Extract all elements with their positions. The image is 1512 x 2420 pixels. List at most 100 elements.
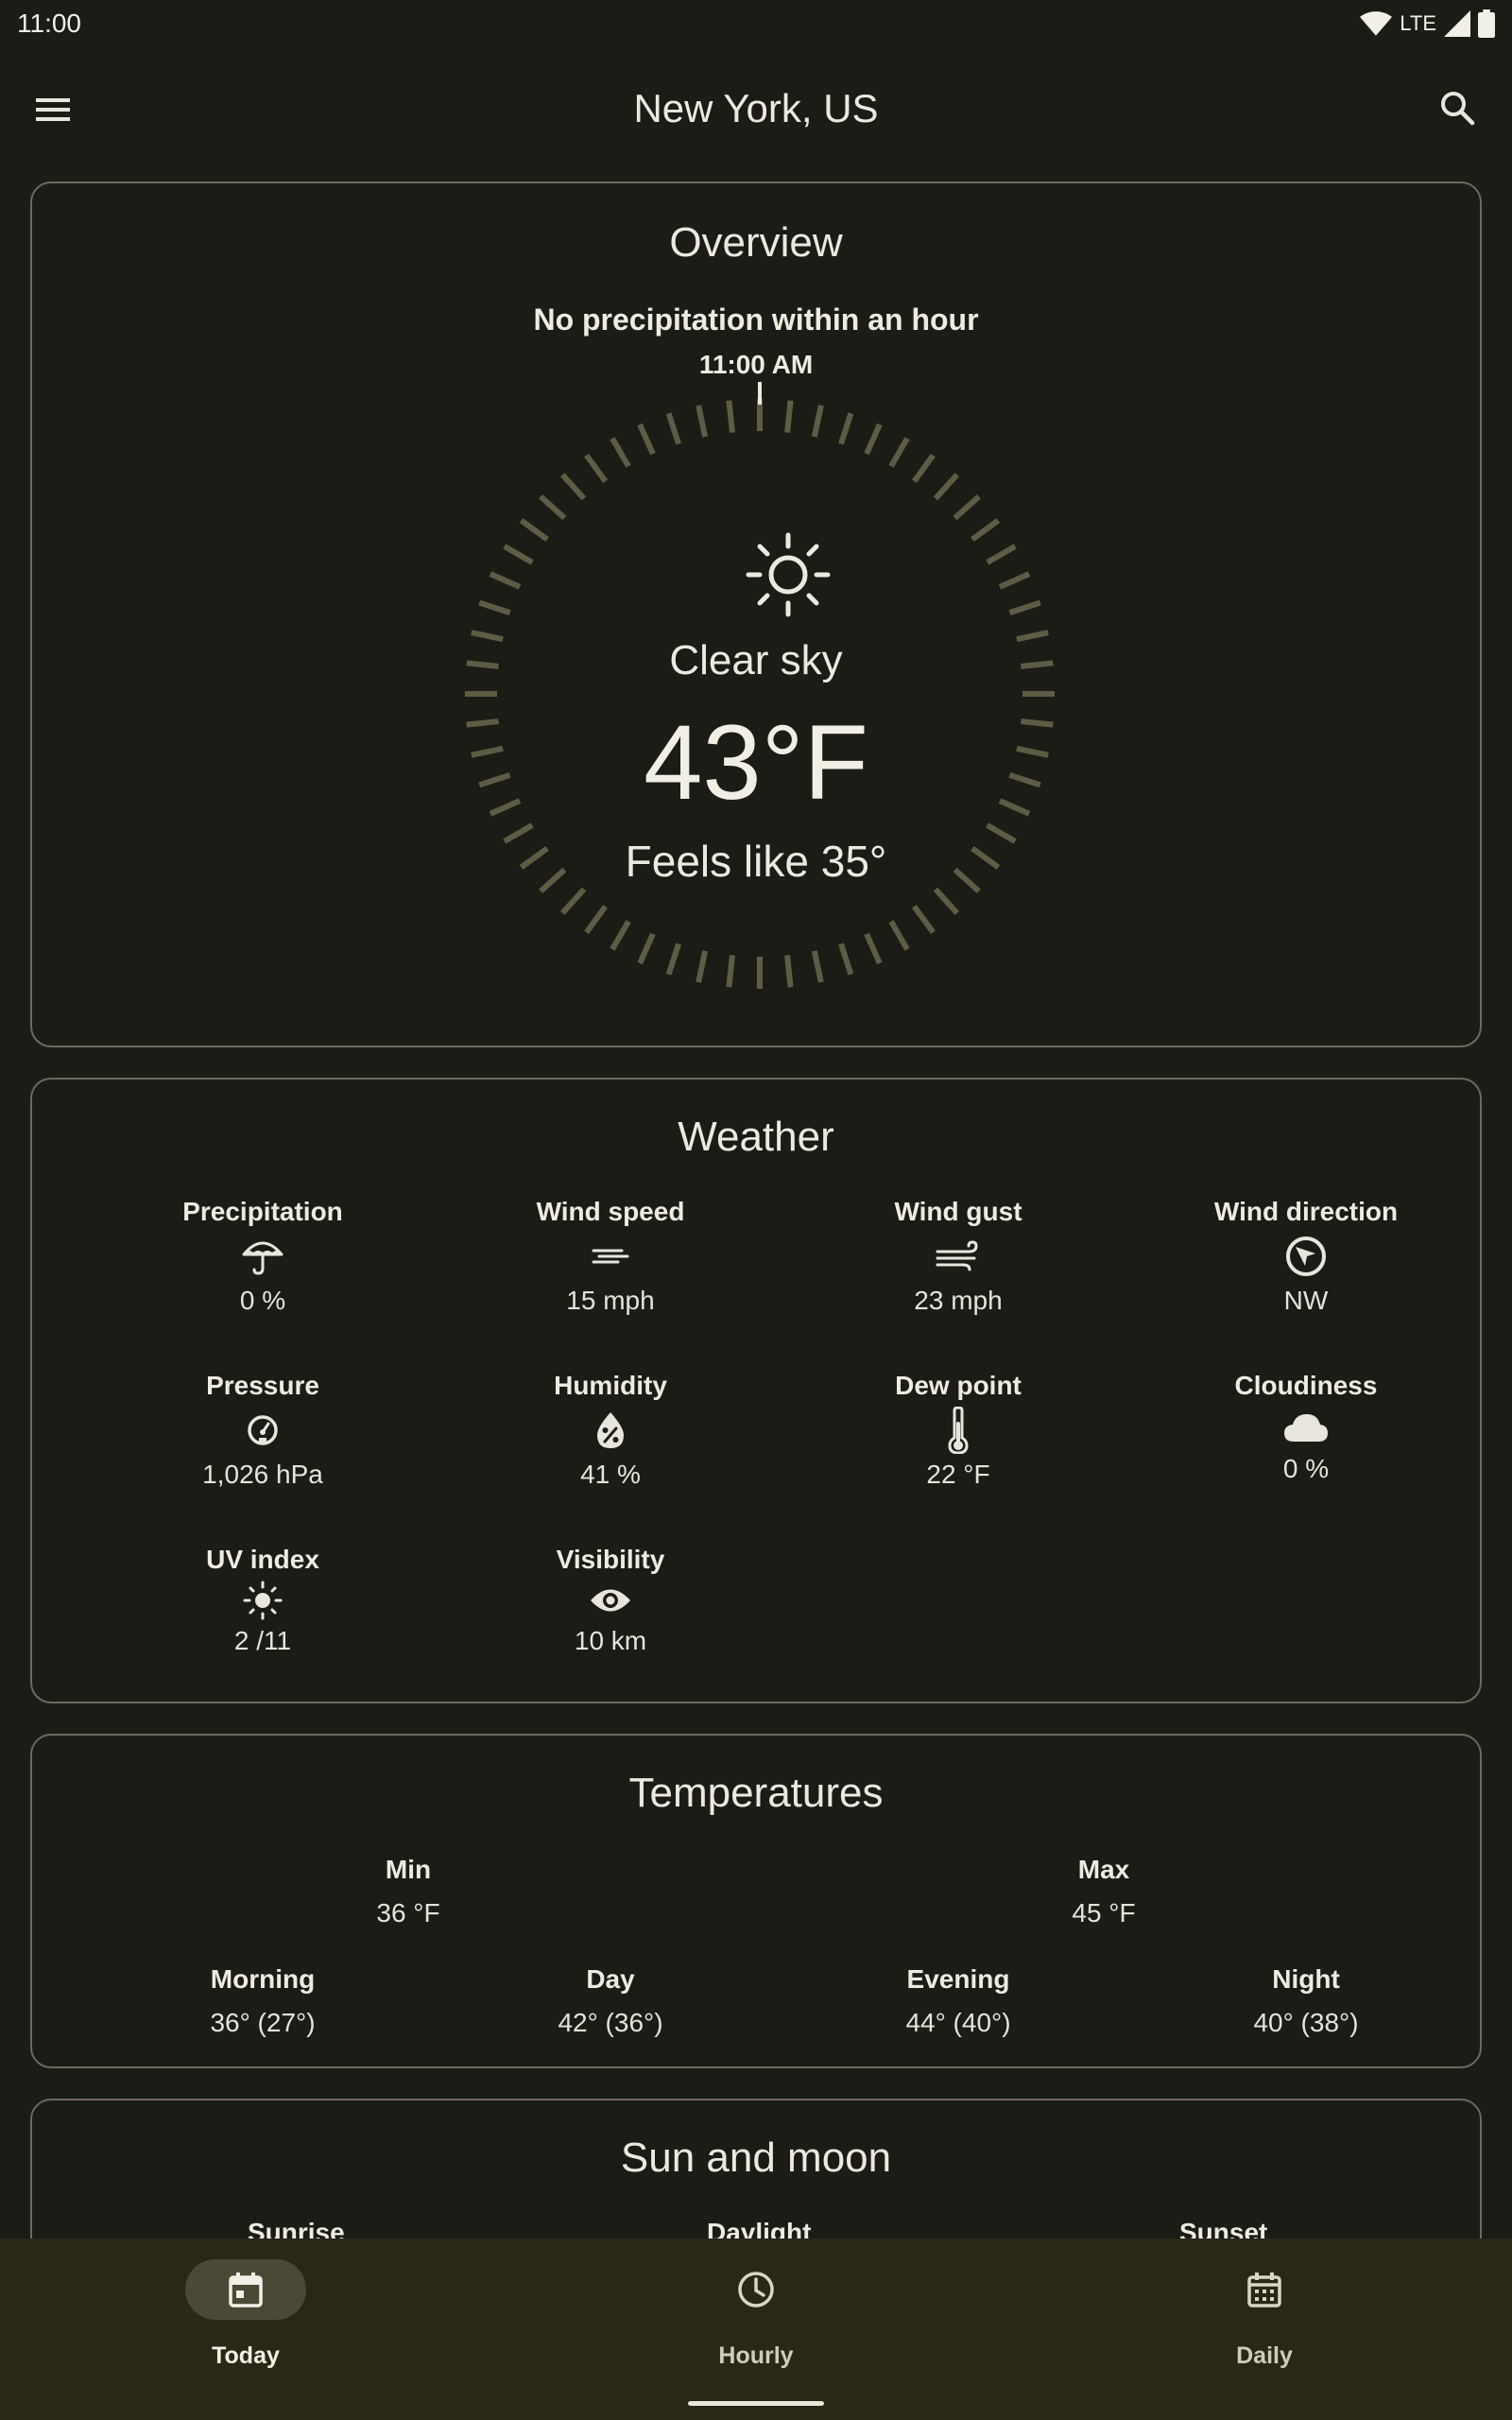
dial-tick	[864, 932, 883, 965]
dial-tick	[503, 544, 534, 565]
cloudiness-item: Cloudiness 0 %	[1132, 1369, 1480, 1486]
evening-temperature: Evening 44° (40°)	[784, 1962, 1132, 2040]
nav-daily-label: Daily	[1236, 2342, 1293, 2369]
precipitation-value: 0 %	[239, 1286, 286, 1315]
battery-icon	[1478, 9, 1495, 38]
search-icon	[1441, 92, 1475, 126]
calendar-month-icon	[1247, 2273, 1281, 2308]
dial-tick	[726, 955, 735, 988]
evening-value: 44° (40°)	[905, 2008, 1011, 2037]
feels-like-text: Feels like 35°	[625, 837, 887, 886]
nav-hourly[interactable]: Hourly	[614, 2238, 898, 2380]
nav-daily[interactable]: Daily	[1123, 2238, 1406, 2380]
current-temperature: 43°F	[644, 703, 868, 821]
cloud-icon	[1284, 1414, 1328, 1442]
eye-icon	[591, 1589, 630, 1612]
dial-tick	[560, 473, 587, 501]
dial-tick	[986, 544, 1017, 565]
dial-tick	[610, 437, 631, 468]
dial-tick	[696, 950, 709, 983]
hamburger-menu-icon	[36, 98, 70, 121]
pressure-value: 1,026 hPa	[202, 1460, 323, 1489]
day-value: 42° (36°)	[558, 2008, 663, 2037]
sun-and-moon-title: Sun and moon	[620, 2135, 892, 2181]
dial-tick	[911, 453, 936, 483]
humidity-label: Humidity	[554, 1371, 667, 1400]
night-label: Night	[1272, 1964, 1340, 1994]
wind-gust-label: Wind gust	[894, 1197, 1022, 1226]
pressure-label: Pressure	[206, 1371, 319, 1400]
dial-tick	[864, 423, 883, 456]
wind-speed-item: Wind speed 15 mph	[437, 1195, 784, 1318]
dial-tick	[811, 405, 824, 438]
menu-button[interactable]	[28, 87, 77, 134]
day-temperature: Day 42° (36°)	[437, 1962, 784, 2040]
precipitation-item: Precipitation 0 %	[89, 1195, 437, 1318]
evening-label: Evening	[906, 1964, 1010, 1994]
network-label: LTE	[1400, 11, 1436, 35]
current-time-label: 11:00 AM	[698, 350, 814, 379]
temperatures-card: Temperatures Min 36 °F Max 45 °F Morning…	[30, 1734, 1482, 2068]
wind-speed-label: Wind speed	[536, 1197, 685, 1226]
dial-tick	[933, 473, 959, 501]
visibility-value: 10 km	[574, 1626, 647, 1655]
dial-tick	[665, 412, 681, 445]
dew-point-value: 22 °F	[926, 1460, 990, 1489]
dial-tick	[584, 905, 609, 935]
dial-tick	[784, 400, 794, 433]
visibility-label: Visibility	[556, 1545, 665, 1574]
dial-tick	[696, 405, 709, 438]
dial-tick	[539, 494, 567, 521]
sun-icon	[243, 1581, 283, 1620]
morning-value: 36° (27°)	[210, 2008, 316, 2037]
wind-gust-icon	[936, 1240, 978, 1271]
dial-tick	[888, 437, 910, 468]
dial-tick	[888, 920, 910, 951]
home-indicator[interactable]	[688, 2401, 824, 2406]
cloudiness-value: 0 %	[1282, 1454, 1330, 1483]
morning-temperature: Morning 36° (27°)	[89, 1962, 437, 2040]
wind-gust-value: 23 mph	[914, 1286, 1003, 1315]
nav-hourly-label: Hourly	[718, 2342, 794, 2369]
max-label: Max	[1077, 1855, 1130, 1884]
cell-signal-icon	[1444, 10, 1470, 37]
min-value: 36 °F	[376, 1898, 440, 1927]
morning-label: Morning	[210, 1964, 316, 1994]
dial-tick	[637, 932, 656, 965]
status-bar: 11:00 LTE	[0, 0, 1512, 47]
umbrella-icon	[242, 1241, 284, 1275]
overview-card: Overview No precipitation within an hour…	[30, 182, 1482, 1047]
dial-tick	[971, 518, 1001, 543]
nav-today[interactable]: Today	[104, 2238, 387, 2380]
dew-point-label: Dew point	[895, 1371, 1022, 1400]
clear-sky-sun-icon	[746, 532, 831, 617]
dial-tick	[953, 494, 981, 521]
dial-tick	[478, 599, 511, 615]
thermometer-icon	[948, 1407, 969, 1454]
wind-gust-item: Wind gust 23 mph	[784, 1195, 1132, 1318]
dial-tick	[911, 905, 936, 935]
min-label: Min	[385, 1855, 432, 1884]
pressure-item: Pressure 1,026 hPa	[89, 1369, 437, 1492]
uv-index-item: UV index 2 /11	[89, 1543, 437, 1658]
temperatures-title: Temperatures	[628, 1770, 884, 1816]
precipitation-dial	[465, 382, 1055, 989]
max-temperature: Max 45 °F	[930, 1853, 1278, 1930]
dial-tick	[489, 571, 522, 590]
precipitation-label: Precipitation	[182, 1197, 343, 1226]
search-button[interactable]	[1435, 85, 1482, 132]
dial-tick	[933, 887, 959, 915]
humidity-item: Humidity 41 %	[437, 1369, 784, 1492]
day-label: Day	[586, 1964, 635, 1994]
wind-speed-value: 15 mph	[566, 1286, 655, 1315]
night-value: 40° (38°)	[1253, 2008, 1359, 2037]
dial-tick	[665, 942, 681, 976]
dial-tick	[838, 942, 854, 976]
bottom-navigation: Today Hourly Daily	[0, 2238, 1512, 2420]
location-title: New York, US	[633, 86, 879, 130]
wind-direction-item: Wind direction NW	[1132, 1195, 1480, 1318]
uv-index-value: 2 /11	[233, 1626, 292, 1655]
dew-point-item: Dew point 22 °F	[784, 1369, 1132, 1492]
navigation-arrow-icon	[1286, 1236, 1326, 1276]
nav-today-indicator	[185, 2259, 306, 2320]
